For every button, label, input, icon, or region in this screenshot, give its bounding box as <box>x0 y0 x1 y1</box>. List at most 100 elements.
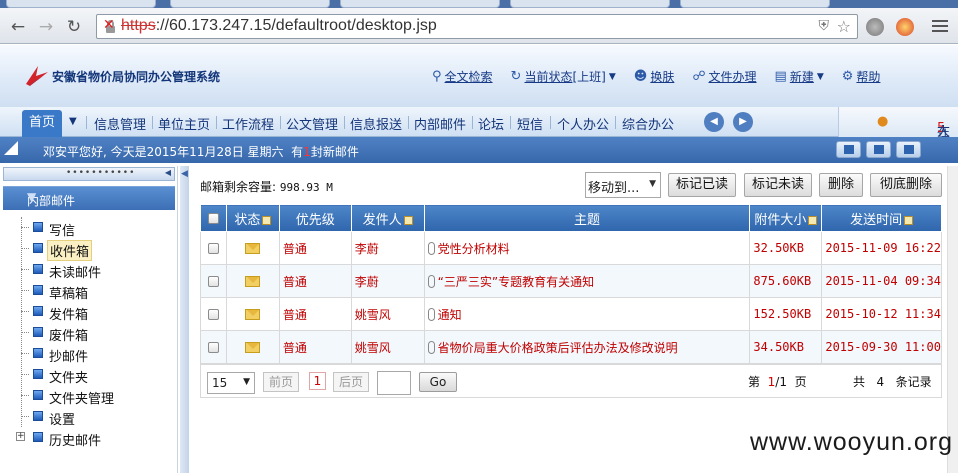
sidebar-item-label: 草稿箱 <box>49 287 89 302</box>
column-sender[interactable]: 发件人 <box>350 204 425 232</box>
sidebar-item-drafts[interactable]: 草稿箱 <box>0 280 178 302</box>
nav-item-unit-home[interactable]: 单位主页 <box>158 114 210 133</box>
table-row[interactable]: 普通 李蔚 党性分析材料 32.50KB 2015-11-09 16:22 <box>200 231 942 265</box>
column-attachment-size[interactable]: 附件大小 <box>749 204 823 232</box>
browser-tab[interactable] <box>170 0 330 8</box>
nav-separator <box>280 116 281 129</box>
change-skin-link[interactable]: ☻ 换肤 <box>634 68 675 85</box>
table-row[interactable]: 普通 李蔚 “三严三实”专题教育有关通知 875.60KB 2015-11-04… <box>200 264 942 298</box>
row-checkbox[interactable] <box>207 243 219 254</box>
total-records: 共 4 条记录 <box>853 375 932 389</box>
layout-button-3[interactable] <box>896 141 921 158</box>
nav-item-workflow[interactable]: 工作流程 <box>222 114 274 133</box>
current-page-number[interactable]: 1 <box>309 372 326 390</box>
table-row[interactable]: 普通 姚雪风 省物价局重大价格政策后评估办法及修改说明 34.50KB 2015… <box>200 330 942 364</box>
new-link[interactable]: ▤ 新建 ▼ <box>775 68 824 85</box>
row-subject-link[interactable]: 通知 <box>438 308 462 322</box>
nav-item-general[interactable]: 综合办公 <box>622 114 674 133</box>
fulltext-search-link[interactable]: ⚲ 全文检索 <box>432 68 493 85</box>
row-priority: 普通 <box>278 264 352 298</box>
vertical-scrollbar[interactable] <box>947 166 958 473</box>
browser-tab[interactable] <box>510 0 670 8</box>
sidebar-item-history[interactable]: + 历史邮件 <box>0 427 178 449</box>
row-checkbox[interactable] <box>207 309 219 320</box>
row-checkbox[interactable] <box>207 276 219 287</box>
browser-tab[interactable] <box>680 0 830 8</box>
row-checkbox[interactable] <box>207 342 219 353</box>
nav-prev-icon[interactable]: ◀ <box>704 112 724 132</box>
table-row[interactable]: 普通 姚雪风 通知 152.50KB 2015-10-12 11:34 <box>200 297 942 331</box>
page-size-select[interactable]: 15 ▼ <box>207 372 255 394</box>
shield-icon[interactable]: ⛨ <box>819 18 830 34</box>
sidebar-item-settings[interactable]: 设置 <box>0 406 178 428</box>
reload-icon[interactable]: ↻ <box>64 17 84 37</box>
sidebar-item-label: 设置 <box>49 413 76 428</box>
sidebar-item-folders[interactable]: 文件夹 <box>0 364 178 386</box>
browser-toolbar: ← → ↻ ✕ https://60.173.247.15/defaultroo… <box>0 8 958 44</box>
row-subject-link[interactable]: 省物价局重大价格政策后评估办法及修改说明 <box>438 341 678 355</box>
menu-icon[interactable] <box>932 20 948 35</box>
collapse-corner-icon[interactable] <box>4 141 18 155</box>
layout-button-1[interactable] <box>836 141 861 158</box>
row-status-cell <box>225 297 280 331</box>
sidebar-item-copy[interactable]: 抄邮件 <box>0 343 178 365</box>
next-page-button[interactable]: 后页 <box>333 372 369 392</box>
nav-item-document[interactable]: 公文管理 <box>286 114 338 133</box>
online-indicator[interactable]: ● 在线5人 <box>838 107 958 159</box>
browser-tab[interactable] <box>340 0 500 8</box>
go-button[interactable]: Go <box>419 372 457 392</box>
extension-icon[interactable] <box>896 18 914 36</box>
column-sent-time[interactable]: 发送时间 <box>821 204 942 232</box>
prev-page-button[interactable]: 前页 <box>263 372 299 392</box>
row-subject-link[interactable]: “三严三实”专题教育有关通知 <box>438 275 594 289</box>
expand-plus-icon[interactable]: + <box>16 432 25 441</box>
nav-item-personal[interactable]: 个人办公 <box>557 114 609 133</box>
back-arrow-icon[interactable]: ← <box>8 17 28 37</box>
sidebar-item-folder-manage[interactable]: 文件夹管理 <box>0 385 178 407</box>
pane-splitter[interactable]: ◀ <box>180 166 189 473</box>
permanent-delete-button[interactable]: 彻底删除 <box>870 173 942 197</box>
collapse-left-icon[interactable]: ◀ <box>165 168 171 177</box>
sidebar-toolbar: ••••••••••• ◀ <box>3 167 175 181</box>
row-sender: 李蔚 <box>350 231 425 265</box>
mark-read-button[interactable]: 标记已读 <box>668 173 736 197</box>
folder-icon <box>33 411 43 421</box>
forward-arrow-icon[interactable]: → <box>36 17 56 37</box>
mark-unread-button[interactable]: 标记未读 <box>744 173 812 197</box>
sidebar-item-inbox[interactable]: 收件箱 <box>0 238 178 261</box>
nav-item-info[interactable]: 信息管理 <box>94 114 146 133</box>
layout-button-2[interactable] <box>866 141 891 158</box>
column-subject[interactable]: 主题 <box>423 204 751 232</box>
sidebar-section-header[interactable]: 内部邮件 ▼ <box>3 186 175 210</box>
nav-home[interactable]: 首页 <box>22 110 62 137</box>
column-priority[interactable]: 优先级 <box>278 204 352 232</box>
row-subject-link[interactable]: 党性分析材料 <box>438 242 510 256</box>
sidebar-item-unread[interactable]: 未读邮件 <box>0 259 178 281</box>
sidebar-item-write[interactable]: 写信 <box>0 217 178 239</box>
globe-icon[interactable] <box>866 18 884 36</box>
nav-item-report[interactable]: 信息报送 <box>350 114 402 133</box>
nav-item-sms[interactable]: 短信 <box>517 114 543 133</box>
document-handling-link[interactable]: ☍ 文件办理 <box>692 68 756 85</box>
row-size: 152.50KB <box>749 297 823 331</box>
row-sender: 姚雪风 <box>350 297 425 331</box>
nav-item-mail[interactable]: 内部邮件 <box>414 114 466 133</box>
sidebar-item-trash[interactable]: 废件箱 <box>0 322 178 344</box>
address-bar[interactable]: ✕ https://60.173.247.15/defaultroot/desk… <box>96 14 858 39</box>
move-to-select[interactable]: 移动到... ▼ <box>585 172 661 198</box>
current-status-link[interactable]: ↻ 当前状态 [上班] ▼ <box>511 68 616 85</box>
collapse-left-icon[interactable]: ◀ <box>181 169 188 179</box>
help-link[interactable]: ⚙ 帮助 <box>842 68 881 85</box>
page-jump-input[interactable] <box>377 371 411 395</box>
browser-tab[interactable] <box>6 0 156 8</box>
delete-button[interactable]: 删除 <box>819 173 863 197</box>
bookmark-star-icon[interactable]: ☆ <box>837 17 851 36</box>
nav-dropdown-icon[interactable]: ▼ <box>69 116 77 127</box>
sidebar-item-sent[interactable]: 发件箱 <box>0 301 178 323</box>
select-all-checkbox[interactable] <box>207 212 219 224</box>
paperclip-icon <box>427 340 435 354</box>
column-status[interactable]: 状态 <box>225 204 280 232</box>
nav-next-icon[interactable]: ▶ <box>733 112 753 132</box>
nav-separator <box>152 116 153 129</box>
nav-item-forum[interactable]: 论坛 <box>478 114 504 133</box>
